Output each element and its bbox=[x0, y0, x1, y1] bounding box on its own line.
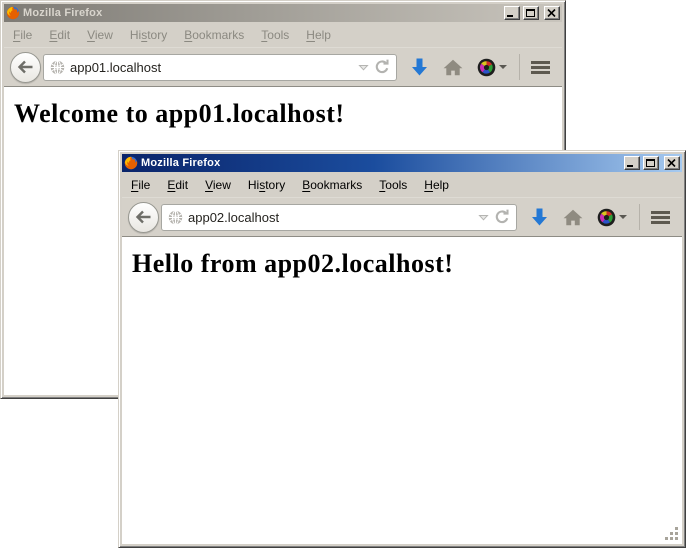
color-wheel-icon bbox=[597, 208, 616, 227]
menu-view[interactable]: View bbox=[205, 178, 231, 192]
minimize-button[interactable] bbox=[504, 6, 520, 20]
reload-icon[interactable] bbox=[374, 59, 391, 75]
toolbar-separator bbox=[519, 54, 520, 80]
close-icon bbox=[547, 9, 556, 17]
window-title: Mozilla Firefox bbox=[141, 157, 220, 169]
maximize-icon bbox=[646, 159, 655, 167]
menu-tools[interactable]: Tools bbox=[261, 28, 289, 42]
site-identity-globe-icon[interactable] bbox=[168, 210, 183, 225]
menu-edit[interactable]: Edit bbox=[167, 178, 188, 192]
page-heading: Hello from app02.localhost! bbox=[132, 249, 682, 279]
minimize-button[interactable] bbox=[624, 156, 640, 170]
download-button[interactable] bbox=[530, 207, 549, 227]
menu-tools[interactable]: Tools bbox=[379, 178, 407, 192]
close-button[interactable] bbox=[544, 6, 560, 20]
page-content: Hello from app02.localhost! bbox=[122, 237, 682, 544]
menu-file[interactable]: File bbox=[13, 28, 32, 42]
maximize-button[interactable] bbox=[643, 156, 659, 170]
url-dropdown-icon[interactable] bbox=[358, 64, 369, 71]
menu-bookmarks[interactable]: Bookmarks bbox=[184, 28, 244, 42]
menu-history[interactable]: History bbox=[248, 178, 285, 192]
addon-caret-icon bbox=[619, 215, 627, 219]
back-button[interactable] bbox=[10, 52, 41, 83]
download-button[interactable] bbox=[410, 57, 429, 77]
menu-view[interactable]: View bbox=[87, 28, 113, 42]
close-button[interactable] bbox=[664, 156, 680, 170]
browser-window-app02[interactable]: Mozilla Firefox File Edit View History B… bbox=[118, 150, 686, 548]
resize-grip-icon[interactable] bbox=[675, 537, 678, 540]
menu-help[interactable]: Help bbox=[424, 178, 449, 192]
window-title: Mozilla Firefox bbox=[23, 7, 102, 19]
addon-button[interactable] bbox=[597, 208, 627, 227]
url-input[interactable] bbox=[188, 207, 473, 227]
home-icon bbox=[563, 209, 583, 226]
reload-icon[interactable] bbox=[494, 209, 511, 225]
maximize-icon bbox=[526, 9, 535, 17]
close-icon bbox=[667, 159, 676, 167]
home-icon bbox=[443, 59, 463, 76]
navigation-toolbar bbox=[122, 197, 682, 237]
menu-help[interactable]: Help bbox=[306, 28, 331, 42]
minimize-icon bbox=[507, 15, 513, 17]
home-button[interactable] bbox=[563, 209, 583, 226]
hamburger-icon bbox=[531, 61, 550, 64]
back-button[interactable] bbox=[128, 202, 159, 233]
download-arrow-icon bbox=[530, 207, 549, 227]
maximize-button[interactable] bbox=[523, 6, 539, 20]
menu-bar: File Edit View History Bookmarks Tools H… bbox=[4, 22, 562, 47]
menu-history[interactable]: History bbox=[130, 28, 167, 42]
menu-bar: File Edit View History Bookmarks Tools H… bbox=[122, 172, 682, 197]
color-wheel-icon bbox=[477, 58, 496, 77]
firefox-icon bbox=[6, 6, 20, 20]
app-menu-button[interactable] bbox=[651, 211, 670, 224]
home-button[interactable] bbox=[443, 59, 463, 76]
hamburger-icon bbox=[651, 211, 670, 214]
menu-file[interactable]: File bbox=[131, 178, 150, 192]
addon-button[interactable] bbox=[477, 58, 507, 77]
menu-edit[interactable]: Edit bbox=[49, 28, 70, 42]
toolbar-separator bbox=[639, 204, 640, 230]
menu-bookmarks[interactable]: Bookmarks bbox=[302, 178, 362, 192]
page-heading: Welcome to app01.localhost! bbox=[14, 99, 562, 129]
url-bar[interactable] bbox=[161, 204, 517, 231]
url-dropdown-icon[interactable] bbox=[478, 214, 489, 221]
site-identity-globe-icon[interactable] bbox=[50, 60, 65, 75]
app-menu-button[interactable] bbox=[531, 61, 550, 74]
url-input[interactable] bbox=[70, 57, 353, 77]
back-arrow-icon bbox=[135, 210, 152, 224]
titlebar[interactable]: Mozilla Firefox bbox=[122, 154, 682, 172]
url-bar[interactable] bbox=[43, 54, 397, 81]
firefox-icon bbox=[124, 156, 138, 170]
download-arrow-icon bbox=[410, 57, 429, 77]
back-arrow-icon bbox=[17, 60, 34, 74]
minimize-icon bbox=[627, 165, 633, 167]
navigation-toolbar bbox=[4, 47, 562, 87]
addon-caret-icon bbox=[499, 65, 507, 69]
titlebar[interactable]: Mozilla Firefox bbox=[4, 4, 562, 22]
